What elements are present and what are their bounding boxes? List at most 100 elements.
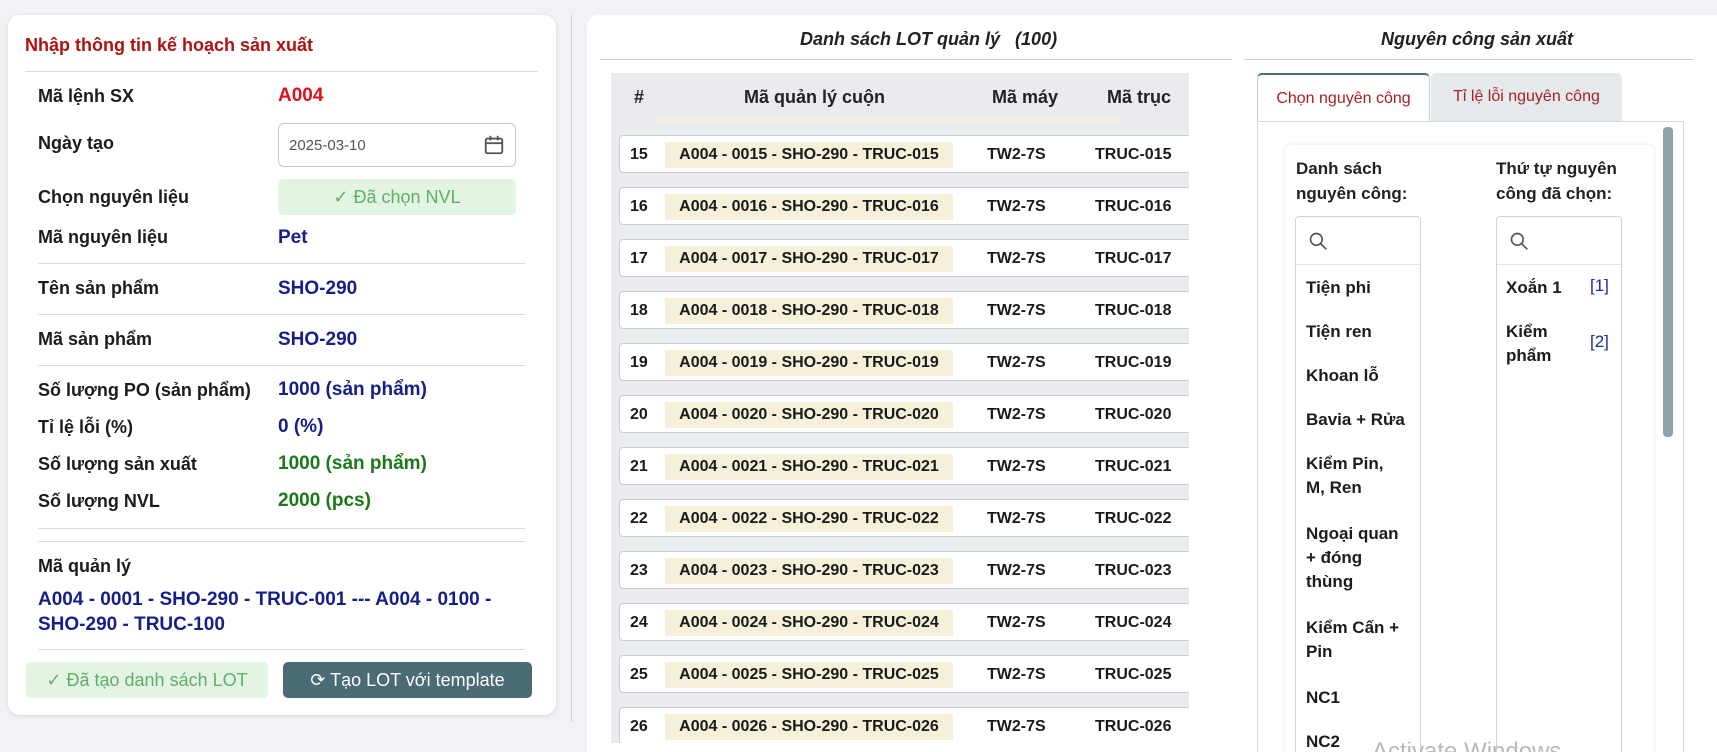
lot-row-ma-may: TW2-7S	[987, 406, 1046, 423]
lot-row-ma-truc: TRUC-018	[1095, 302, 1172, 319]
lot-row[interactable]: 26 A004 - 0026 - SHO-290 - TRUC-026 TW2-7S…	[619, 707, 1189, 743]
process-item-label: NC1	[1306, 688, 1341, 707]
lot-row-index: 25	[630, 666, 648, 683]
check-icon: ✓	[333, 187, 354, 207]
lot-row-ma-truc: TRUC-023	[1095, 562, 1172, 579]
selected-list-title-line2: công đã chọn:	[1496, 184, 1613, 203]
process-item[interactable]: Bavia + Rửa	[1306, 408, 1405, 432]
process-item[interactable]: NC2	[1306, 730, 1340, 752]
sl-san-xuat-value: 1000 (sản phẩm)	[278, 453, 427, 474]
lot-row-code: A004 - 0026 - SHO-290 - TRUC-026	[665, 714, 953, 740]
selected-search-input[interactable]	[1497, 217, 1621, 265]
lot-table-header: # Mã quản lý cuộn Mã máy Mã trục	[611, 73, 1189, 121]
lot-row[interactable]: 23 A004 - 0023 - SHO-290 - TRUC-023 TW2-7S…	[619, 551, 1189, 589]
lot-row-ma-may: TW2-7S	[987, 198, 1046, 215]
divider	[38, 541, 525, 542]
search-icon	[1510, 232, 1528, 250]
lot-row-ma-may: TW2-7S	[987, 250, 1046, 267]
tile-loi-value: 0 (%)	[278, 416, 324, 437]
process-item[interactable]: Tiện phi	[1306, 276, 1371, 300]
process-search-input[interactable]	[1296, 217, 1420, 265]
process-item-label: Bavia + Rửa	[1306, 410, 1405, 429]
lot-row-ma-truc: TRUC-025	[1095, 666, 1172, 683]
lot-list-title-text: Danh sách LOT quản lý	[800, 29, 1001, 49]
ma-lenh-label: Mã lệnh SX	[38, 86, 135, 106]
lot-row-index: 22	[630, 510, 648, 527]
process-item-label: Pin	[1306, 642, 1333, 661]
lot-row-index: 17	[630, 250, 648, 267]
lot-row-code: A004 - 0025 - SHO-290 - TRUC-025	[665, 662, 953, 688]
activate-windows-watermark: Activate Windows	[1372, 738, 1562, 752]
process-item[interactable]: Kiểm Cấn + Pin	[1306, 616, 1399, 664]
lot-row[interactable]: 21 A004 - 0021 - SHO-290 - TRUC-021 TW2-7S…	[619, 447, 1189, 485]
lot-row[interactable]: 18 A004 - 0018 - SHO-290 - TRUC-018 TW2-7S…	[619, 291, 1189, 329]
selected-process-order: [2]	[1590, 332, 1609, 351]
selected-process-order: [1]	[1590, 276, 1609, 295]
process-item[interactable]: Khoan lỗ	[1306, 364, 1379, 388]
lot-row[interactable]: 17 A004 - 0017 - SHO-290 - TRUC-017 TW2-7S…	[619, 239, 1189, 277]
lot-row-ma-truc: TRUC-024	[1095, 614, 1172, 631]
process-item[interactable]: Ngoại quan + đóng thùng	[1306, 522, 1399, 594]
lot-row-index: 19	[630, 354, 648, 371]
chon-nvl-button-label: Đã chọn NVL	[353, 187, 461, 207]
lot-row-code: A004 - 0015 - SHO-290 - TRUC-015	[665, 142, 953, 168]
lot-row-ma-may: TW2-7S	[987, 146, 1046, 163]
tab-ti-le-loi-nguyen-cong[interactable]: Tỉ lệ lỗi nguyên công	[1431, 73, 1622, 121]
lot-row-ma-may: TW2-7S	[987, 718, 1046, 735]
selected-list-title: Thứ tự nguyên công đã chọn:	[1496, 156, 1617, 206]
process-list-title-line2: nguyên công:	[1296, 184, 1408, 203]
chon-nguyen-lieu-label: Chọn nguyên liệu	[38, 187, 189, 207]
tab-chon-nguyen-cong[interactable]: Chọn nguyên công	[1257, 73, 1430, 121]
process-item-label: Ngoại quan	[1306, 524, 1399, 543]
ma-quan-ly-value: A004 - 0001 - SHO-290 - TRUC-001 --- A00…	[38, 589, 492, 635]
divider	[38, 649, 525, 650]
panel-separator	[571, 15, 572, 722]
lot-row-ma-may: TW2-7S	[987, 510, 1046, 527]
selected-process-label: Xoắn 1	[1506, 278, 1562, 297]
lot-row-index: 20	[630, 406, 648, 423]
lot-row-index: 15	[630, 146, 648, 163]
lot-created-button[interactable]: ✓ Đã tạo danh sách LOT	[26, 662, 268, 698]
lot-row[interactable]: 19 A004 - 0019 - SHO-290 - TRUC-019 TW2-7S…	[619, 343, 1189, 381]
lot-row-ma-truc: TRUC-016	[1095, 198, 1172, 215]
divider	[38, 365, 525, 366]
calendar-icon[interactable]	[483, 134, 505, 156]
lot-row-index: 18	[630, 302, 648, 319]
lot-row-code: A004 - 0022 - SHO-290 - TRUC-022	[665, 506, 953, 532]
ma-san-pham-value: SHO-290	[278, 329, 358, 350]
lot-row[interactable]: 16 A004 - 0016 - SHO-290 - TRUC-016 TW2-7S…	[619, 187, 1189, 225]
check-icon: ✓	[46, 670, 67, 690]
process-item[interactable]: NC1	[1306, 686, 1340, 710]
lot-row[interactable]: 25 A004 - 0025 - SHO-290 - TRUC-025 TW2-7S…	[619, 655, 1189, 693]
ngay-tao-value: 2025-03-10	[289, 137, 366, 154]
lot-row-ma-truc: TRUC-020	[1095, 406, 1172, 423]
lot-row[interactable]: 20 A004 - 0020 - SHO-290 - TRUC-020 TW2-7S…	[619, 395, 1189, 433]
lot-row-ma-truc: TRUC-022	[1095, 510, 1172, 527]
process-item-label: thùng	[1306, 572, 1354, 591]
ma-nguyen-lieu-value: Pet	[278, 227, 308, 248]
ngay-tao-label: Ngày tạo	[38, 133, 115, 153]
chon-nvl-button[interactable]: ✓ Đã chọn NVL	[278, 179, 516, 215]
ngay-tao-date-picker[interactable]: 2025-03-10	[278, 123, 516, 167]
tile-loi-label: Tỉ lệ lỗi (%)	[38, 417, 134, 437]
process-scrollbar[interactable]	[1663, 127, 1673, 437]
col-header-ma-may: Mã máy	[992, 87, 1059, 107]
lot-created-label: Đã tạo danh sách LOT	[66, 670, 248, 690]
create-lot-template-button[interactable]: ⟳ Tạo LOT với template	[283, 662, 532, 698]
lot-row-code: A004 - 0019 - SHO-290 - TRUC-019	[665, 350, 953, 376]
lot-row-ma-may: TW2-7S	[987, 354, 1046, 371]
selected-process-item[interactable]: Xoắn 1	[1506, 276, 1562, 300]
process-item[interactable]: Kiểm Pin, M, Ren	[1306, 452, 1383, 500]
lot-row-ma-may: TW2-7S	[987, 614, 1046, 631]
process-item[interactable]: Tiện ren	[1306, 320, 1372, 344]
lot-row-ma-truc: TRUC-015	[1095, 146, 1172, 163]
selected-process-label: phẩm	[1506, 346, 1552, 365]
lot-row-index: 26	[630, 718, 648, 735]
lot-row-ma-truc: TRUC-021	[1095, 458, 1172, 475]
selected-process-item[interactable]: Kiểm phẩm	[1506, 320, 1551, 368]
sl-san-xuat-label: Số lượng sản xuất	[38, 454, 197, 474]
lot-row[interactable]: 22 A004 - 0022 - SHO-290 - TRUC-022 TW2-7S…	[619, 499, 1189, 537]
lot-list-count: (100)	[1015, 29, 1058, 49]
lot-row[interactable]: 24 A004 - 0024 - SHO-290 - TRUC-024 TW2-7S…	[619, 603, 1189, 641]
lot-row[interactable]: 15 A004 - 0015 - SHO-290 - TRUC-015 TW2-7S…	[619, 135, 1189, 173]
